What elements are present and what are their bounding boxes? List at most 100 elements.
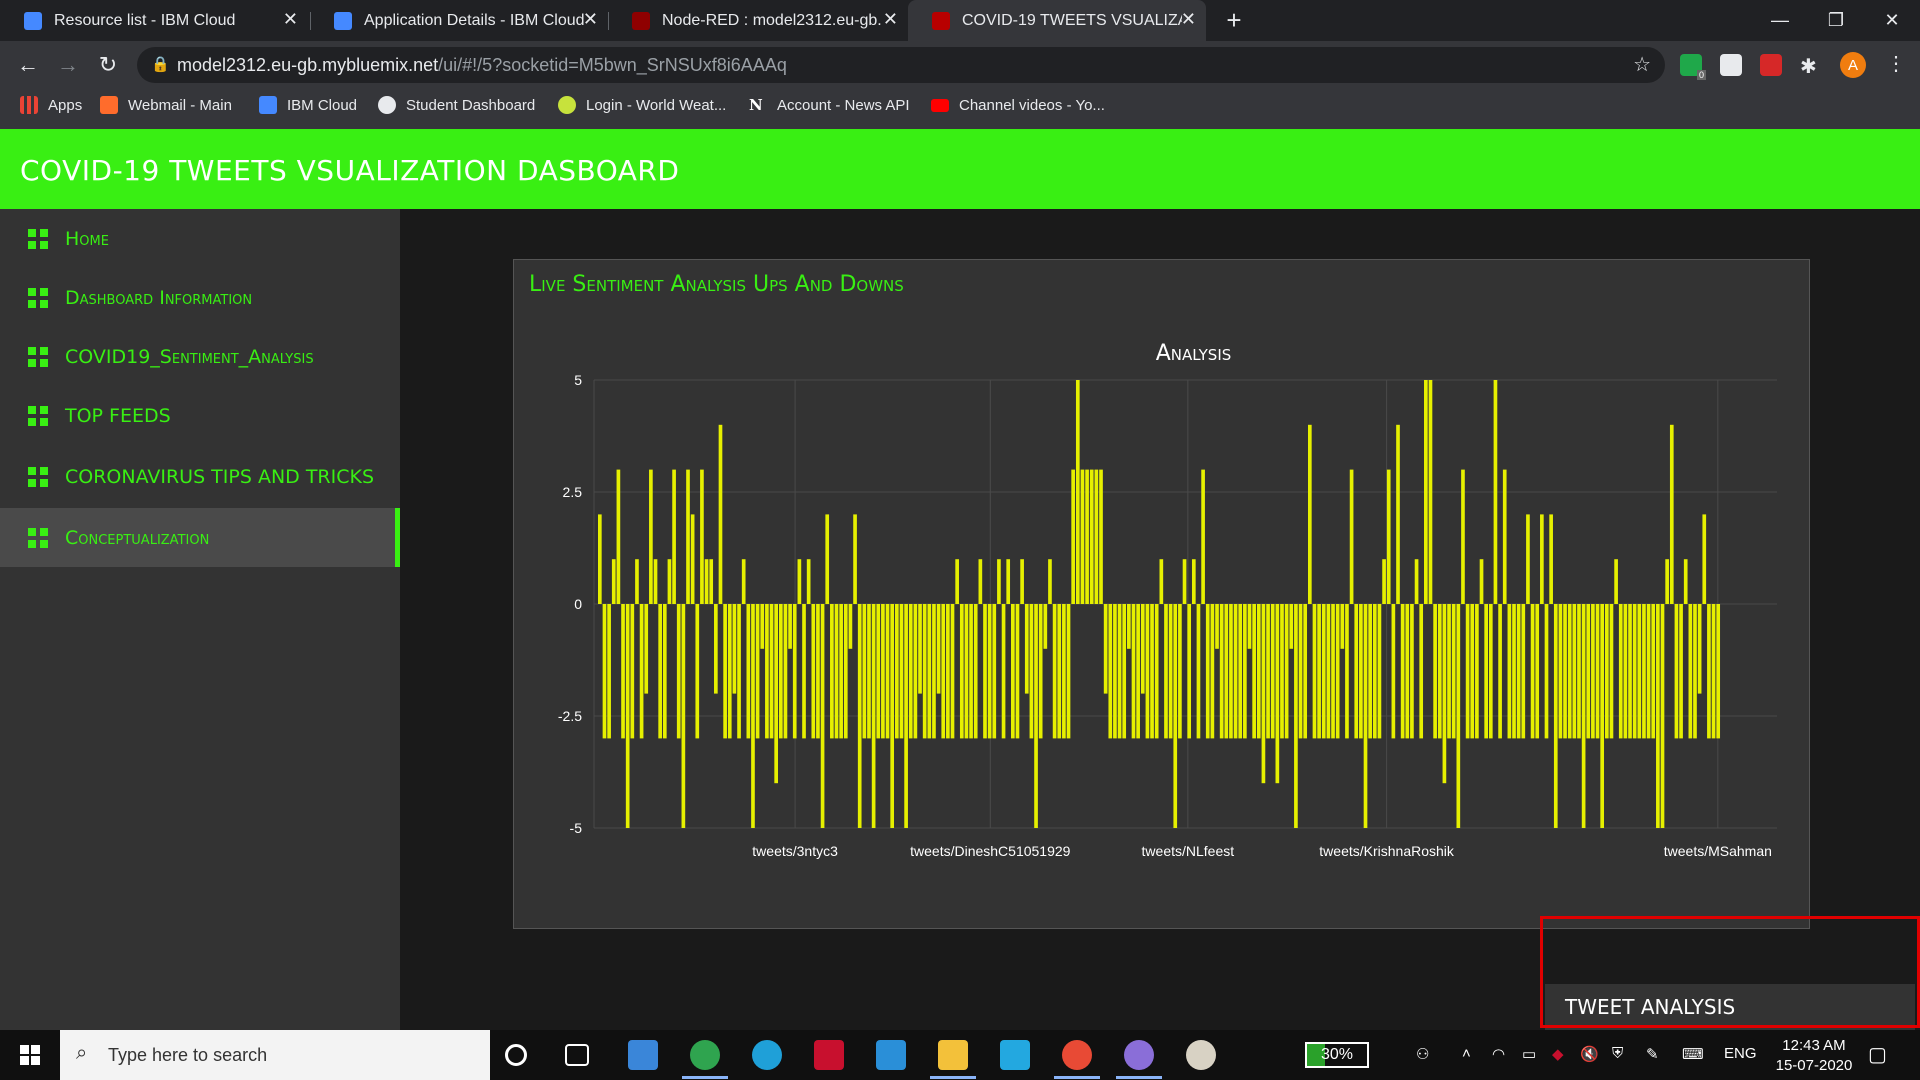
bookmark-youtube[interactable]: Channel videos - Yo... <box>931 88 1105 122</box>
taskbar-clock[interactable]: 12:43 AM 15-07-2020 <box>1766 1036 1862 1076</box>
show-hidden-icons-chevron-icon[interactable]: ˄ <box>1462 1045 1471 1062</box>
sentiment-bar <box>1567 604 1572 739</box>
back-icon[interactable]: ← <box>12 49 44 81</box>
sidebar-item-dashboard-information[interactable]: Dashboard Information <box>0 268 400 327</box>
close-icon[interactable]: ✕ <box>583 9 598 30</box>
forward-icon[interactable]: → <box>52 49 84 81</box>
chrome-profile-icon[interactable] <box>690 1040 720 1070</box>
language-indicator[interactable]: ENG <box>1724 1045 1757 1062</box>
close-icon[interactable]: ✕ <box>283 9 298 30</box>
mcafee-icon[interactable] <box>814 1040 844 1070</box>
url-text[interactable]: model2312.eu-gb.mybluemix.net/ui/#!/5?so… <box>177 55 787 76</box>
pen-icon[interactable]: ✎ <box>1646 1045 1659 1063</box>
mcafee-extension-icon[interactable] <box>1760 54 1782 76</box>
bookmark-webmail[interactable]: Webmail - Main <box>100 88 232 122</box>
sentiment-bar <box>714 604 718 694</box>
restore-icon[interactable]: ❐ <box>1808 0 1864 41</box>
sentiment-bar <box>1512 604 1516 739</box>
power-icon[interactable]: ▭ <box>1522 1045 1536 1063</box>
sentiment-bar <box>1289 604 1294 649</box>
cortana-icon[interactable] <box>505 1044 527 1066</box>
bookmark-star-icon[interactable]: ☆ <box>1633 52 1651 77</box>
task-view-icon[interactable] <box>565 1044 589 1066</box>
bookmark-news-api[interactable]: N Account - News API <box>749 88 910 122</box>
profile-avatar[interactable]: A <box>1840 52 1866 78</box>
bookmark-ibm-cloud[interactable]: IBM Cloud <box>259 88 357 122</box>
file-explorer-icon[interactable] <box>938 1040 968 1070</box>
wifi-icon[interactable]: ◠ <box>1492 1045 1505 1063</box>
volume-muted-icon[interactable]: 🔇 <box>1580 1045 1599 1063</box>
reload-icon[interactable]: ↻ <box>92 49 124 81</box>
sentiment-bar <box>1577 604 1581 739</box>
chrome-alt-profile-icon[interactable] <box>1124 1040 1154 1070</box>
sentiment-bar <box>1331 604 1335 739</box>
chrome-icon[interactable] <box>1062 1040 1092 1070</box>
notifications-icon[interactable]: ▢ <box>1868 1042 1887 1067</box>
sentiment-bar <box>876 604 881 739</box>
sentiment-bar <box>686 469 690 604</box>
browser-tab[interactable]: Application Details - IBM Cloud ✕ <box>310 0 608 41</box>
new-tab-button[interactable]: + <box>1208 0 1260 41</box>
sentiment-bar <box>825 514 830 604</box>
close-icon[interactable]: ✕ <box>1181 9 1196 30</box>
sentiment-bar <box>973 604 978 739</box>
y-tick-label: 5 <box>574 372 582 388</box>
extension-check-icon[interactable]: 0 <box>1680 54 1706 80</box>
sentiment-bar <box>848 604 853 649</box>
bookmark-apps[interactable]: Apps <box>20 88 82 122</box>
sentiment-bar <box>1456 604 1461 828</box>
bookmark-student-dashboard[interactable]: Student Dashboard <box>378 88 535 122</box>
sentiment-bar <box>690 514 695 604</box>
sentiment-bar <box>1168 604 1173 739</box>
sidebar-item-home[interactable]: Home <box>0 209 400 268</box>
browser-toolbar: ← → ↻ 🔒 model2312.eu-gb.mybluemix.net/ui… <box>0 41 1920 88</box>
browser-tab[interactable]: Node-RED : model2312.eu-gb.m ✕ <box>608 0 908 41</box>
sidebar-nav: Home Dashboard Information COVID19_Senti… <box>0 209 400 1030</box>
app-l-icon[interactable] <box>1000 1040 1030 1070</box>
mail-icon[interactable] <box>876 1040 906 1070</box>
taskbar-search-box[interactable]: ⌕ Type here to search <box>60 1030 490 1080</box>
sentiment-bar <box>1029 604 1034 739</box>
mcafee-tray-icon[interactable]: ◆ <box>1552 1045 1564 1063</box>
bookmark-world-weather[interactable]: Login - World Weat... <box>558 88 726 122</box>
extensions-puzzle-icon[interactable]: ✱ <box>1800 54 1822 78</box>
sentiment-bar <box>950 604 955 739</box>
browser-tab-active[interactable]: COVID-19 TWEETS VSUALIZATIO ✕ <box>908 0 1206 41</box>
people-icon[interactable]: ⚇ <box>1416 1045 1429 1063</box>
sidebar-item-covid19-sentiment-analysis[interactable]: COVID19_Sentiment_Analysis <box>0 327 400 386</box>
microsoft-store-icon[interactable] <box>628 1040 658 1070</box>
sidebar-item-coronavirus-tips[interactable]: CORONAVIRUS TIPS AND TRICKS <box>0 445 400 508</box>
sentiment-bar <box>1581 604 1586 828</box>
sentiment-bar <box>621 604 625 739</box>
windows-start-button[interactable] <box>0 1030 60 1080</box>
sidebar-item-label: COVID19_Sentiment_Analysis <box>65 345 314 368</box>
sentiment-bar <box>639 604 644 739</box>
sentiment-bar <box>820 604 825 828</box>
sentiment-bar <box>1604 604 1609 739</box>
paint-icon[interactable] <box>1186 1040 1216 1070</box>
sentiment-bar <box>1210 604 1215 739</box>
sentiment-bar <box>881 604 885 739</box>
bookmark-label: Webmail - Main <box>128 96 232 114</box>
battery-percent: 30% <box>1320 1046 1354 1063</box>
keyboard-icon[interactable]: ⌨ <box>1682 1045 1704 1063</box>
minimize-icon[interactable]: — <box>1752 0 1808 41</box>
close-icon[interactable]: ✕ <box>883 9 898 30</box>
dashboard-grid-icon <box>28 228 48 249</box>
clock-time: 12:43 AM <box>1782 1037 1846 1054</box>
browser-tab[interactable]: Resource list - IBM Cloud ✕ <box>0 0 308 41</box>
pocket-extension-icon[interactable] <box>1720 54 1742 76</box>
address-bar[interactable]: 🔒 model2312.eu-gb.mybluemix.net/ui/#!/5?… <box>137 47 1665 83</box>
sentiment-bar <box>602 604 607 739</box>
close-window-icon[interactable]: ✕ <box>1864 0 1920 41</box>
sidebar-item-conceptualization[interactable]: Conceptualization <box>0 508 400 567</box>
sentiment-bar <box>1335 604 1340 739</box>
battery-indicator[interactable]: 30% <box>1305 1042 1369 1068</box>
sentiment-bar <box>1651 604 1656 739</box>
edge-icon[interactable] <box>752 1040 782 1070</box>
sentiment-bar <box>1001 604 1006 739</box>
menu-kebab-icon[interactable]: ⋮ <box>1886 51 1906 76</box>
security-shield-icon[interactable]: ⛨ <box>1612 1045 1623 1062</box>
dashboard-page: COVID-19 TWEETS VSUALIZATION DASBOARD Ho… <box>0 129 1920 1030</box>
sidebar-item-top-feeds[interactable]: TOP FEEDS <box>0 386 400 445</box>
